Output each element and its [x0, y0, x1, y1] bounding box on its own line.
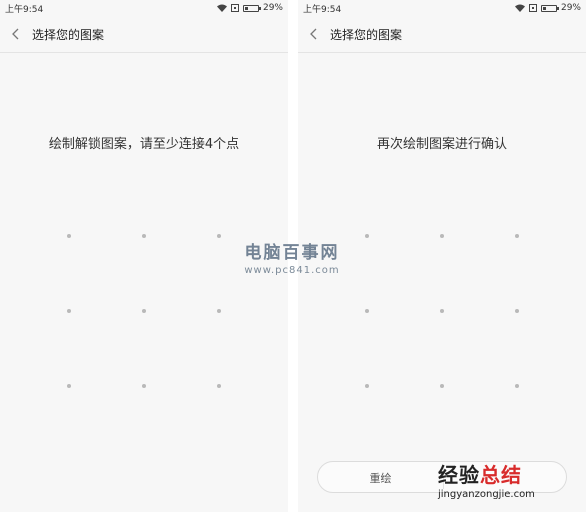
- pattern-dot[interactable]: [440, 234, 444, 238]
- status-time: 上午9:54: [303, 5, 342, 15]
- battery-percent: 29%: [560, 3, 581, 13]
- battery-percent: 29%: [262, 3, 283, 13]
- pattern-dot[interactable]: [67, 384, 71, 388]
- status-bar: 上午9:54 29%: [0, 0, 288, 16]
- watermark-corner: 经验总结 jingyanzongjie.com: [438, 459, 578, 500]
- pattern-dot[interactable]: [365, 309, 369, 313]
- battery-icon: [242, 4, 261, 12]
- wifi-icon: [514, 4, 525, 12]
- instruction-text: 绘制解锁图案，请至少连接4个点: [48, 137, 240, 152]
- pattern-dot[interactable]: [142, 384, 146, 388]
- watermark-url: www.pc841.com: [244, 265, 340, 276]
- instruction-text: 再次绘制图案进行确认: [376, 137, 507, 152]
- title-bar: 选择您的图案: [298, 16, 586, 53]
- watermark-title-part-a: 经验: [438, 463, 480, 487]
- wifi-icon: [216, 4, 227, 12]
- sim-icon: [230, 4, 239, 12]
- back-chevron-icon[interactable]: [10, 27, 22, 41]
- battery-icon: [540, 4, 559, 12]
- page-title: 选择您的图案: [32, 28, 105, 42]
- redraw-button-label: 重绘: [369, 472, 392, 485]
- watermark-corner-url: jingyanzongjie.com: [438, 489, 535, 500]
- status-time: 上午9:54: [5, 5, 44, 15]
- battery-fill: [244, 6, 249, 10]
- pattern-dot[interactable]: [217, 384, 221, 388]
- battery-fill: [542, 6, 547, 10]
- watermark-corner-title: 经验总结: [438, 459, 578, 488]
- title-bar: 选择您的图案: [0, 16, 288, 53]
- pattern-dot[interactable]: [515, 309, 519, 313]
- status-icons: 29%: [216, 2, 283, 14]
- pattern-dot[interactable]: [217, 309, 221, 313]
- watermark-title: 电脑百事网: [244, 243, 340, 263]
- pattern-dot[interactable]: [67, 234, 71, 238]
- sim-icon: [528, 4, 537, 12]
- pattern-dot[interactable]: [67, 309, 71, 313]
- status-bar: 上午9:54 29%: [298, 0, 586, 16]
- pattern-dot[interactable]: [142, 309, 146, 313]
- pattern-dot[interactable]: [440, 309, 444, 313]
- watermark-center: 电脑百事网 www.pc841.com: [212, 238, 372, 276]
- page-title: 选择您的图案: [330, 28, 403, 42]
- status-icons: 29%: [514, 2, 581, 14]
- back-chevron-icon[interactable]: [308, 27, 320, 41]
- pattern-dot[interactable]: [515, 234, 519, 238]
- pattern-dot[interactable]: [142, 234, 146, 238]
- pattern-dot[interactable]: [365, 384, 369, 388]
- watermark-title-part-b: 总结: [480, 463, 522, 487]
- pattern-dot[interactable]: [440, 384, 444, 388]
- pattern-dot[interactable]: [515, 384, 519, 388]
